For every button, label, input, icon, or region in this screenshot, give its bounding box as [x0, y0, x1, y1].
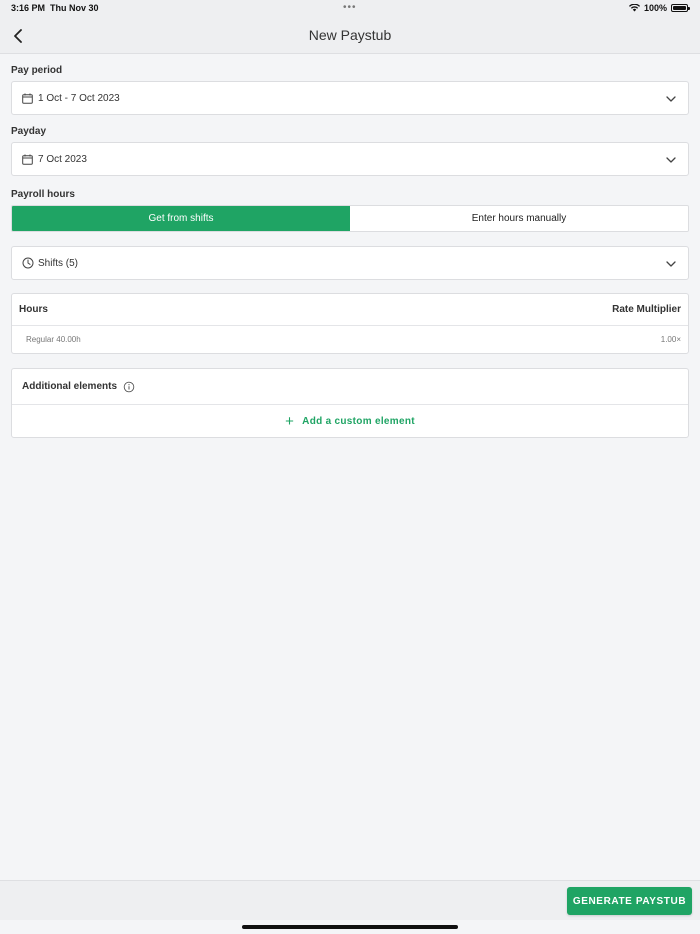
chevron-down-icon [666, 261, 676, 267]
add-custom-element-button[interactable]: + Add a custom element [12, 405, 688, 438]
additional-elements-card: Additional elements + Add a custom eleme… [11, 368, 689, 438]
status-date: Thu Nov 30 [50, 3, 99, 13]
pay-period-select[interactable]: 1 Oct - 7 Oct 2023 [11, 81, 689, 115]
payday-label: Payday [11, 126, 47, 137]
multiplier-cell: 1.00× [660, 335, 681, 344]
enter-hours-manually-option[interactable]: Enter hours manually [350, 206, 688, 231]
pay-period-value: 1 Oct - 7 Oct 2023 [38, 92, 120, 104]
home-indicator[interactable] [242, 925, 458, 929]
nav-bar: New Paystub [0, 18, 700, 54]
payday-select[interactable]: 7 Oct 2023 [11, 142, 689, 176]
battery-percent: 100% [643, 3, 667, 13]
pay-period-label: Pay period [11, 65, 63, 76]
status-indicators: 100% [628, 3, 690, 13]
rate-multiplier-column-header: Rate Multiplier [612, 304, 681, 315]
bottom-bar: GENERATE PAYSTUB [0, 880, 700, 920]
calendar-icon [22, 153, 34, 165]
wifi-icon [628, 4, 640, 12]
info-icon[interactable] [123, 381, 135, 393]
shifts-value: Shifts (5) [38, 257, 79, 269]
hours-table-header: Hours Rate Multiplier [12, 294, 688, 326]
table-row: Regular 40.00h 1.00× [12, 326, 688, 353]
hours-column-header: Hours [19, 304, 48, 315]
shifts-select[interactable]: Shifts (5) [11, 246, 689, 280]
calendar-icon [22, 92, 34, 104]
hours-table: Hours Rate Multiplier Regular 40.00h 1.0… [11, 293, 689, 354]
generate-paystub-button[interactable]: GENERATE PAYSTUB [567, 887, 692, 915]
hours-cell: Regular 40.00h [26, 335, 81, 344]
get-from-shifts-option[interactable]: Get from shifts [12, 206, 350, 231]
paystub-form: Pay period 1 Oct - 7 Oct 2023 Payday 7 O… [11, 54, 689, 438]
plus-icon: + [285, 413, 295, 430]
chevron-down-icon [666, 96, 676, 102]
multitasking-dots[interactable]: ••• [343, 2, 357, 13]
status-time: 3:16 PM [11, 3, 46, 13]
payroll-hours-toggle: Get from shifts Enter hours manually [11, 205, 689, 232]
add-custom-element-label: Add a custom element [302, 416, 415, 427]
payday-value: 7 Oct 2023 [38, 153, 87, 165]
page-title: New Paystub [308, 27, 392, 43]
battery-icon [671, 4, 690, 12]
payroll-hours-label: Payroll hours [11, 189, 75, 200]
additional-elements-header: Additional elements [12, 369, 688, 405]
clock-icon [22, 257, 34, 269]
chevron-down-icon [666, 157, 676, 163]
status-bar: 3:16 PM Thu Nov 30 ••• 100% [0, 0, 700, 18]
additional-elements-title: Additional elements [22, 381, 118, 392]
screen: 3:16 PM Thu Nov 30 ••• 100% New Paystub … [0, 0, 700, 934]
